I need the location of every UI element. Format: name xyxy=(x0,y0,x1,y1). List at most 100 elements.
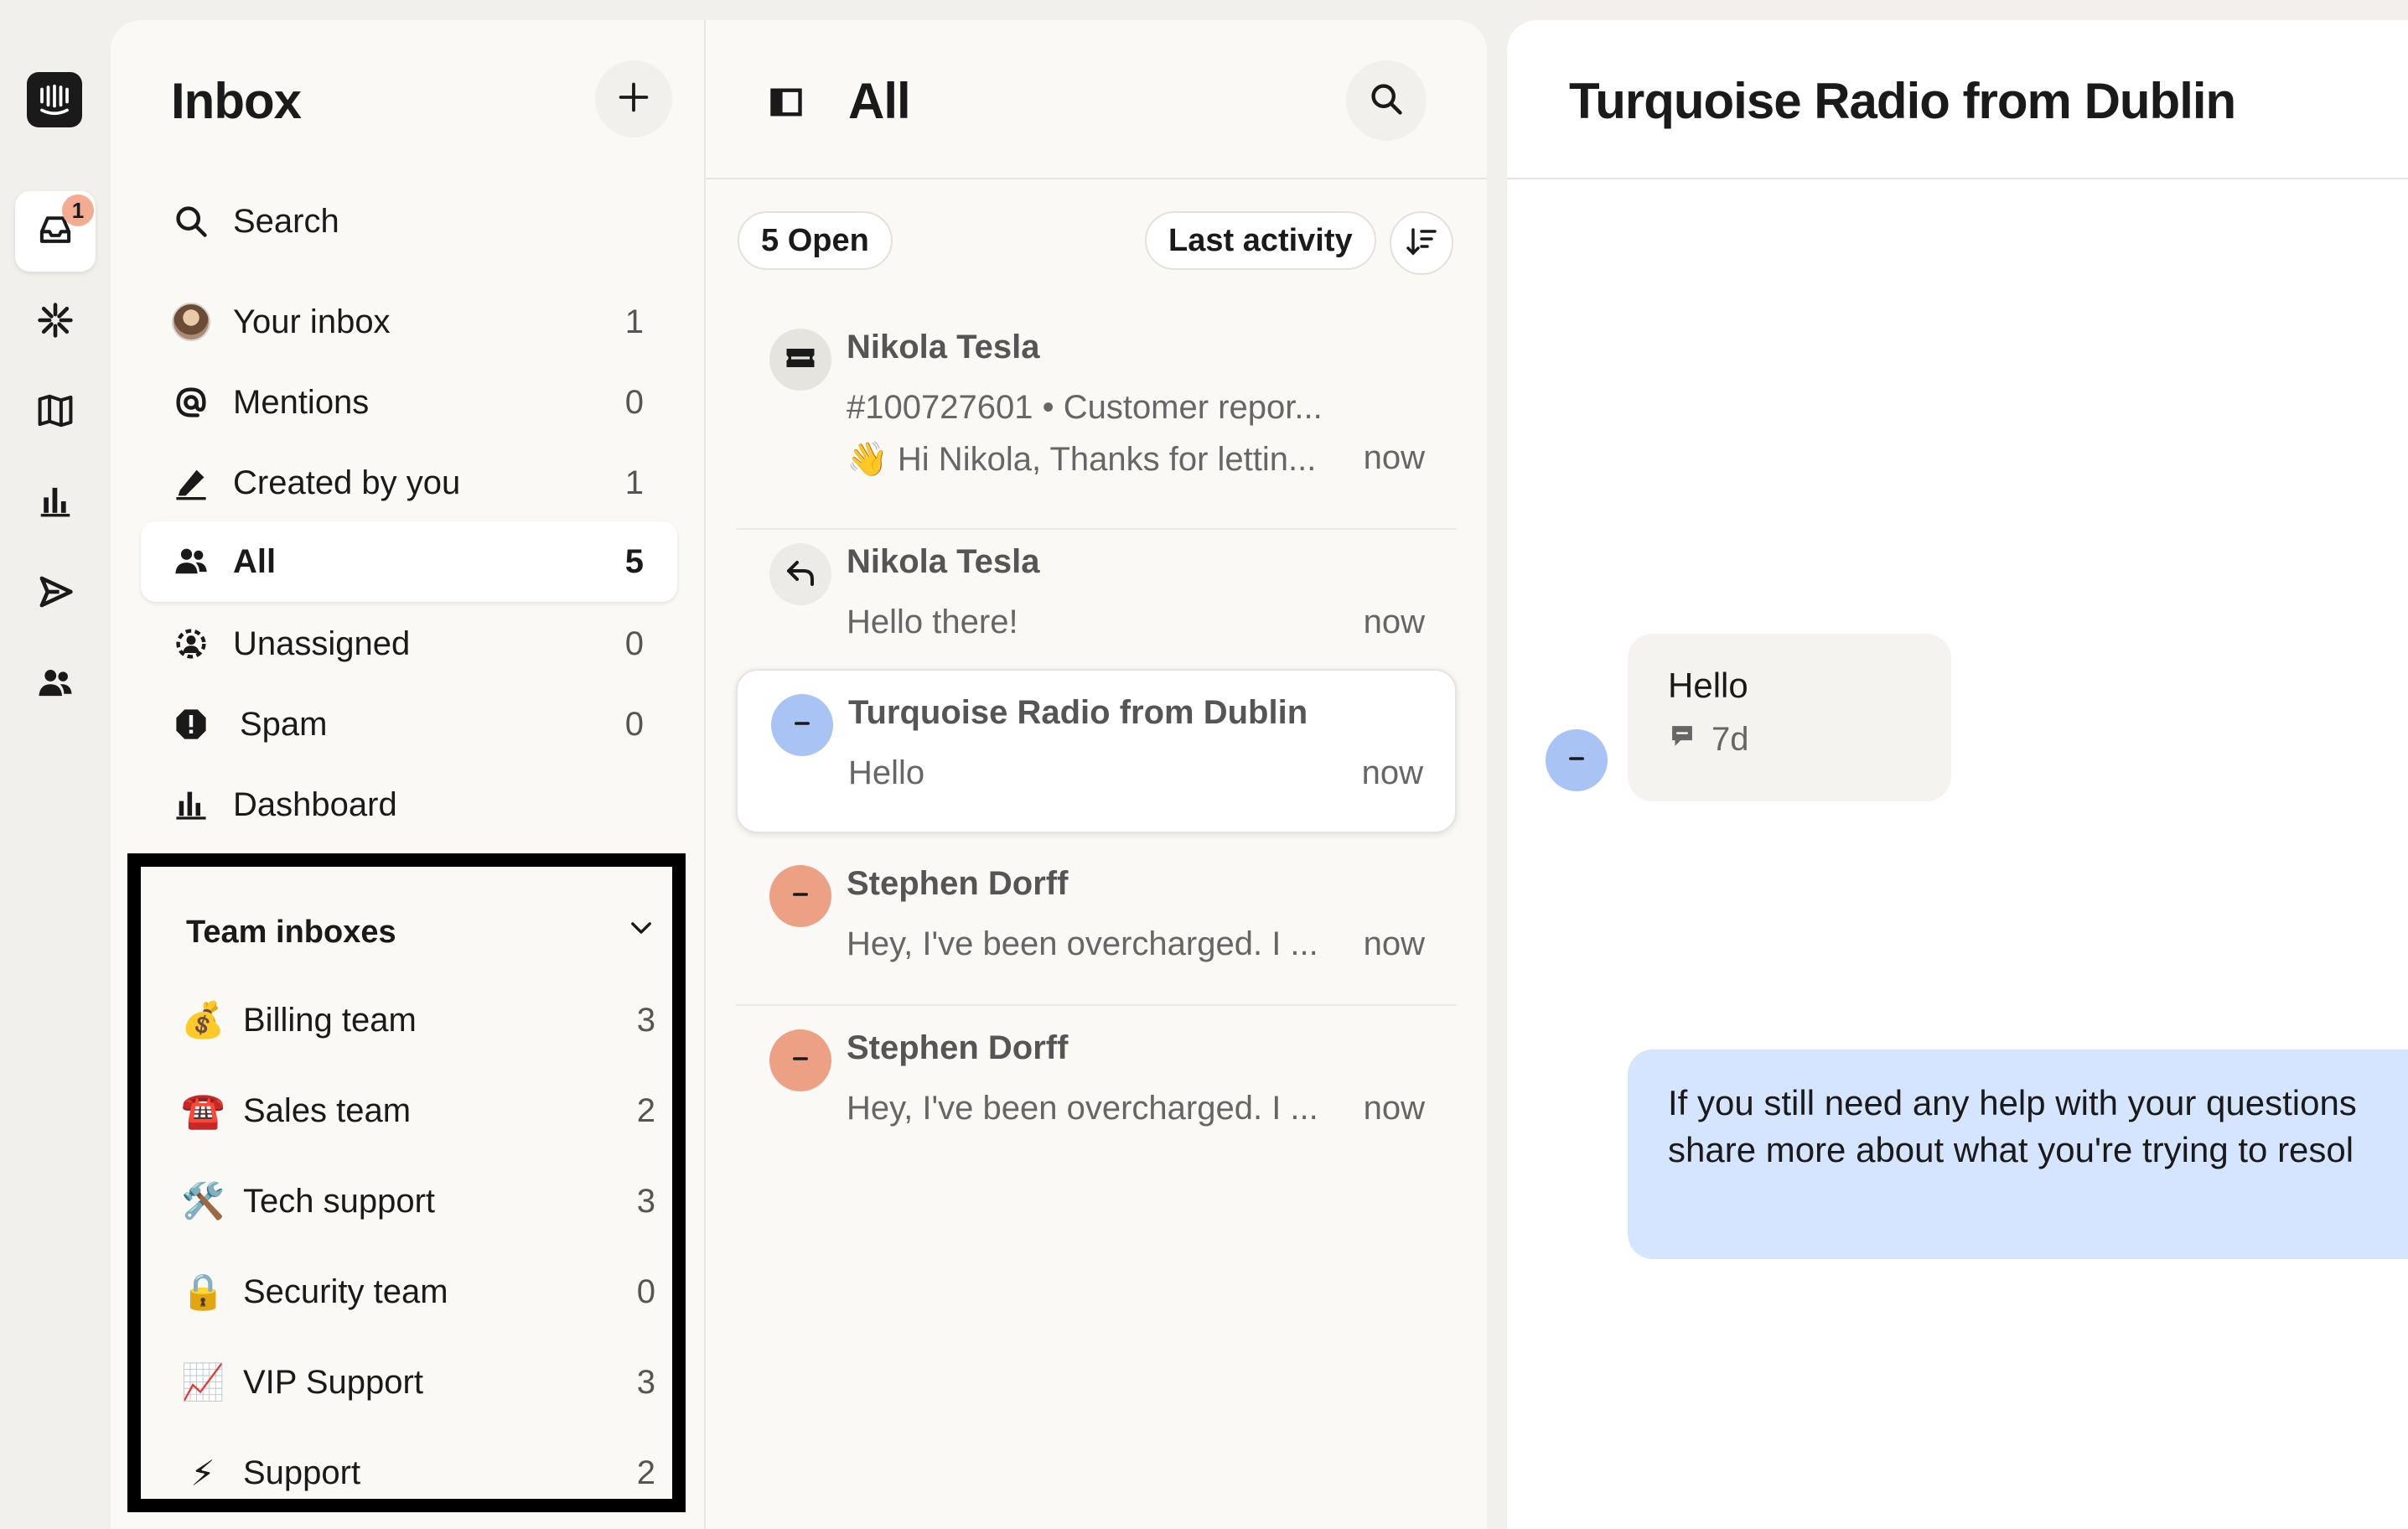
team-inboxes-header[interactable]: Team inboxes xyxy=(186,907,655,957)
minus-icon xyxy=(785,1044,816,1078)
team-inbox-tech-support[interactable]: 🛠️ Tech support 3 xyxy=(181,1164,655,1239)
sidebar-item-mentions[interactable]: Mentions 0 xyxy=(141,362,677,443)
team-inbox-label: Tech support xyxy=(243,1182,436,1220)
sidebar-title: Inbox xyxy=(171,73,302,129)
money-bag-icon: 💰 xyxy=(181,999,225,1039)
conversation-name: Turquoise Radio from Dublin xyxy=(848,694,1308,731)
conversation-name: Stephen Dorff xyxy=(847,865,1069,902)
message-time: 7d xyxy=(1711,721,1749,758)
contact-avatar xyxy=(1546,729,1608,791)
user-avatar xyxy=(172,303,210,341)
team-inbox-support[interactable]: ⚡ Support 2 xyxy=(181,1435,655,1511)
list-header: All xyxy=(706,20,1487,179)
people-icon xyxy=(36,663,75,706)
message-text-line: share more about what you're trying to r… xyxy=(1668,1130,2354,1169)
conversation-name: Nikola Tesla xyxy=(847,543,1040,580)
sidebar-item-count: 0 xyxy=(624,705,644,743)
rail-knowledge-button[interactable] xyxy=(15,372,96,453)
sidebar-item-your-inbox[interactable]: Your inbox 1 xyxy=(141,282,677,362)
sidebar-item-spam[interactable]: Spam 0 xyxy=(141,684,677,764)
new-conversation-button[interactable] xyxy=(595,60,672,137)
search-icon xyxy=(171,201,211,241)
conversation-time: now xyxy=(1363,925,1425,962)
sort-by-button[interactable]: Last activity xyxy=(1145,211,1376,270)
conversation-item[interactable]: Stephen Dorff Hey, I've been overcharged… xyxy=(736,842,1457,1006)
contact-avatar xyxy=(769,1029,831,1091)
contact-avatar xyxy=(769,865,831,927)
sidebar-item-unassigned[interactable]: Unassigned 0 xyxy=(141,604,677,684)
bar-chart-icon xyxy=(171,785,211,825)
reply-avatar xyxy=(769,543,831,605)
sidebar-item-label: Unassigned xyxy=(233,625,411,662)
minus-icon xyxy=(785,879,816,914)
sidebar-search-label: Search xyxy=(233,202,339,240)
conversation-preview: 👋 Hi Nikola, Thanks for lettin... xyxy=(847,441,1317,478)
conversation-item[interactable]: Nikola Tesla #100727601 • Customer repor… xyxy=(736,305,1457,530)
conversation-item-selected[interactable]: Turquoise Radio from Dublin Hello now xyxy=(736,669,1457,833)
team-inbox-label: Support xyxy=(243,1454,361,1491)
sidebar-item-dashboard[interactable]: Dashboard xyxy=(141,764,677,845)
conversation-list: All 5 Open Last activity Nikola Tesla #1… xyxy=(706,20,1487,1529)
conversation-subject: #100727601 • Customer repor... xyxy=(847,389,1323,426)
team-inbox-label: Sales team xyxy=(243,1091,412,1129)
toggle-sidebar-icon[interactable] xyxy=(768,84,805,121)
at-sign-icon xyxy=(171,382,211,422)
conversation-item[interactable]: Nikola Tesla Hello there! now xyxy=(736,520,1457,687)
conversation-detail: Turquoise Radio from Dublin Hello 7d If … xyxy=(1507,20,2408,1529)
tools-icon: 🛠️ xyxy=(181,1180,225,1221)
team-inbox-sales[interactable]: ☎️ Sales team 2 xyxy=(181,1073,655,1148)
conversation-time: now xyxy=(1363,604,1425,640)
book-icon xyxy=(36,391,75,434)
ticket-icon xyxy=(782,339,819,381)
sidebar-item-count: 0 xyxy=(624,625,644,662)
rail-inbox-button[interactable]: 1 xyxy=(15,191,96,272)
conversation-name: Nikola Tesla xyxy=(847,329,1040,365)
conversation-name: Stephen Dorff xyxy=(847,1029,1069,1066)
minus-icon xyxy=(1561,744,1592,778)
sidebar-item-label: Your inbox xyxy=(233,303,391,340)
sidebar-item-count: 0 xyxy=(624,383,644,421)
rail-fin-button[interactable] xyxy=(15,282,96,362)
sidebar-search[interactable]: Search xyxy=(141,181,677,262)
chevron-down-icon[interactable] xyxy=(627,914,655,951)
sidebar-item-count: 5 xyxy=(624,542,644,580)
rail-contacts-button[interactable] xyxy=(15,644,96,724)
team-inbox-billing[interactable]: 💰 Billing team 3 xyxy=(181,982,655,1058)
status-filter-button[interactable]: 5 Open xyxy=(738,211,893,270)
fin-icon xyxy=(36,301,75,344)
send-icon xyxy=(36,573,75,615)
ticket-avatar xyxy=(769,329,831,391)
team-inboxes-title: Team inboxes xyxy=(186,914,396,950)
rail-outbound-button[interactable] xyxy=(15,553,96,634)
search-icon xyxy=(1368,80,1405,122)
spam-icon xyxy=(171,704,211,744)
sort-direction-button[interactable] xyxy=(1390,211,1453,275)
rail-reports-button[interactable] xyxy=(15,463,96,543)
sidebar-item-count: 1 xyxy=(624,303,644,340)
plus-icon xyxy=(615,79,652,120)
sidebar-item-label: Dashboard xyxy=(233,785,397,823)
conversation-time: now xyxy=(1363,1090,1425,1127)
team-inbox-label: Billing team xyxy=(243,1001,417,1039)
bar-chart-icon xyxy=(36,482,75,525)
team-inbox-vip-support[interactable]: 📈 VIP Support 3 xyxy=(181,1345,655,1420)
people-icon xyxy=(171,542,211,582)
sidebar-item-label: All xyxy=(233,542,277,580)
icon-rail: 1 xyxy=(0,0,111,1517)
sidebar-item-label: Spam xyxy=(240,705,328,743)
sidebar-item-created-by-you[interactable]: Created by you 1 xyxy=(141,443,677,523)
detail-header: Turquoise Radio from Dublin xyxy=(1507,20,2408,179)
conversation-item[interactable]: Stephen Dorff Hey, I've been overcharged… xyxy=(736,1006,1457,1170)
search-conversations-button[interactable] xyxy=(1346,60,1427,141)
team-inbox-security[interactable]: 🔒 Security team 0 xyxy=(181,1254,655,1329)
reply-icon xyxy=(784,556,817,593)
team-inbox-label: VIP Support xyxy=(243,1363,423,1401)
contact-avatar xyxy=(771,694,833,756)
lightning-icon: ⚡ xyxy=(190,1453,215,1493)
lock-icon: 🔒 xyxy=(181,1271,225,1311)
sidebar-item-label: Created by you xyxy=(233,464,461,501)
app-logo-icon[interactable] xyxy=(27,72,82,127)
team-inbox-count: 3 xyxy=(636,1363,655,1401)
sidebar-item-all[interactable]: All 5 xyxy=(141,521,677,602)
team-inbox-count: 3 xyxy=(636,1182,655,1220)
